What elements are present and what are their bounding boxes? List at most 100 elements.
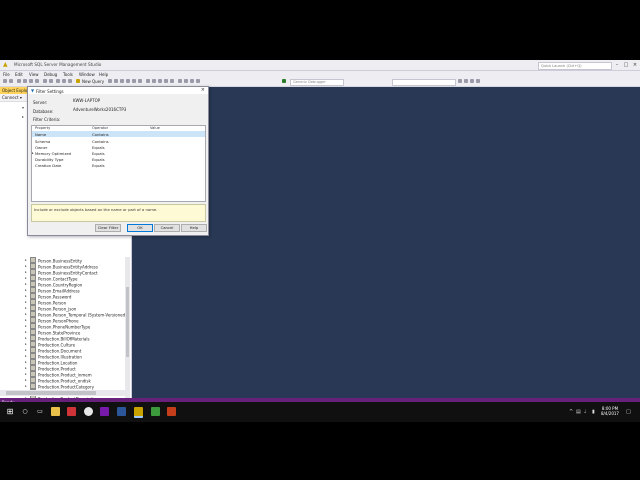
dialog-close-button[interactable]: × xyxy=(201,88,205,93)
properties-icon[interactable] xyxy=(464,79,468,83)
tree-horizontal-scrollbar[interactable] xyxy=(0,390,128,396)
dialog-title-bar: ▼ Filter Settings × xyxy=(28,87,208,94)
new-project-icon[interactable] xyxy=(17,79,21,83)
quick-launch-placeholder: Quick Launch (Ctrl+Q) xyxy=(541,63,582,68)
excel-icon[interactable] xyxy=(151,407,160,416)
toolbox-icon[interactable] xyxy=(470,79,474,83)
server-value: KWW-LAPTOP xyxy=(73,98,101,103)
maximize-button[interactable]: □ xyxy=(622,62,630,68)
debugger-dropdown[interactable]: Generic Debugger xyxy=(290,78,344,86)
windows-taskbar: ⊞ ○ ▭ ^ ▤ ♩ ▮ 8:00 PM 8/4/2017 □ xyxy=(0,402,640,422)
forward-icon[interactable] xyxy=(9,79,13,83)
volume-icon[interactable]: ♩ xyxy=(584,409,586,415)
stop-debug-icon[interactable] xyxy=(152,79,156,83)
file-explorer-icon[interactable] xyxy=(51,407,60,416)
filter-property: Schema xyxy=(35,138,51,144)
database-value: AdventureWorks2016CTP3 xyxy=(73,107,127,112)
search-icon[interactable]: ○ xyxy=(19,406,31,418)
filter-property: Durability Type xyxy=(35,156,64,162)
powerpoint-icon[interactable] xyxy=(167,407,176,416)
task-view-icon[interactable]: ▭ xyxy=(34,406,46,418)
open-file-icon[interactable] xyxy=(23,79,27,83)
step-into-icon[interactable] xyxy=(158,79,162,83)
breakpoint-icon[interactable] xyxy=(178,79,182,83)
solution-config-dropdown[interactable] xyxy=(392,78,456,86)
start-debug-icon[interactable] xyxy=(146,79,150,83)
server-label: Server: xyxy=(33,100,48,105)
windows-start-icon[interactable]: ⊞ xyxy=(4,406,16,418)
cut-icon[interactable] xyxy=(56,79,60,83)
comment-icon[interactable] xyxy=(190,79,194,83)
solution-explorer-icon[interactable] xyxy=(476,79,480,83)
media-app-icon[interactable] xyxy=(67,407,76,416)
analysis-query-icon[interactable] xyxy=(114,79,118,83)
find-icon[interactable] xyxy=(458,79,462,83)
tree-expander-icon[interactable]: ▾ xyxy=(22,105,24,110)
network-icon[interactable]: ▤ xyxy=(576,409,581,415)
dax-query-icon[interactable] xyxy=(138,79,142,83)
save-icon[interactable] xyxy=(29,79,33,83)
taskbar-clock[interactable]: 8:00 PM 8/4/2017 xyxy=(601,406,619,416)
chrome-icon[interactable] xyxy=(84,407,93,416)
filter-settings-dialog: ▼ Filter Settings × Server: KWW-LAPTOP D… xyxy=(27,86,209,236)
battery-icon[interactable]: ▮ xyxy=(592,409,595,415)
show-hidden-icons-icon[interactable]: ^ xyxy=(569,409,573,415)
ssms-window: ▲ Microsoft SQL Server Management Studio… xyxy=(0,60,640,420)
clock-date: 8/4/2017 xyxy=(601,411,619,416)
filter-row[interactable]: Name Contains xyxy=(32,131,205,137)
connect-label: Connect xyxy=(2,95,19,100)
title-bar: ▲ Microsoft SQL Server Management Studio… xyxy=(0,60,640,71)
undo-icon[interactable] xyxy=(43,79,47,83)
filter-property: Name xyxy=(35,131,47,137)
connect-button[interactable]: Connect ▾ xyxy=(2,95,22,100)
close-button[interactable]: × xyxy=(631,62,639,68)
word-icon[interactable] xyxy=(117,407,126,416)
new-query-button[interactable]: New Query xyxy=(82,79,104,84)
xmla-query-icon[interactable] xyxy=(132,79,136,83)
uncomment-icon[interactable] xyxy=(196,79,200,83)
ssms-taskbar-icon[interactable] xyxy=(134,407,143,418)
step-out-icon[interactable] xyxy=(170,79,174,83)
scrollbar-thumb[interactable] xyxy=(6,391,96,395)
mdx-query-icon[interactable] xyxy=(120,79,124,83)
quick-launch-input[interactable]: Quick Launch (Ctrl+Q) xyxy=(538,62,612,70)
help-button[interactable]: Help xyxy=(181,224,207,232)
back-icon[interactable] xyxy=(3,79,7,83)
database-label: Database: xyxy=(33,109,54,114)
filter-operator[interactable]: Contains xyxy=(92,139,109,144)
paste-icon[interactable] xyxy=(68,79,72,83)
action-center-icon[interactable]: □ xyxy=(626,409,631,415)
onenote-icon[interactable] xyxy=(100,407,109,416)
clear-filter-button[interactable]: Clear Filter xyxy=(95,224,121,232)
filter-operator[interactable]: Equals xyxy=(92,145,105,150)
dmx-query-icon[interactable] xyxy=(126,79,130,83)
tree-expander-icon[interactable]: ▸ xyxy=(22,114,24,119)
filter-operator[interactable]: Contains xyxy=(92,132,109,137)
scrollbar-thumb[interactable] xyxy=(126,287,129,357)
save-all-icon[interactable] xyxy=(35,79,39,83)
filter-criteria-label: Filter Criteria: xyxy=(33,117,61,122)
filter-operator[interactable]: Equals xyxy=(92,151,105,156)
filter-description: Include or exclude objects based on the … xyxy=(34,207,158,212)
filter-description-box: Include or exclude objects based on the … xyxy=(31,204,206,222)
filter-operator[interactable]: Equals xyxy=(92,163,105,168)
ok-button[interactable]: OK xyxy=(127,224,153,232)
filter-property: Owner xyxy=(35,144,48,150)
redo-icon[interactable] xyxy=(49,79,53,83)
filter-operator[interactable]: Equals xyxy=(92,157,105,162)
copy-icon[interactable] xyxy=(62,79,66,83)
row-indicator-icon: ▸ xyxy=(32,151,34,155)
dialog-title: Filter Settings xyxy=(36,88,64,94)
step-over-icon[interactable] xyxy=(164,79,168,83)
debugger-dropdown-value: Generic Debugger xyxy=(293,79,326,84)
ssms-logo-icon: ▲ xyxy=(3,61,8,68)
db-engine-query-icon[interactable] xyxy=(108,79,112,83)
filter-property: Creation Date xyxy=(35,162,62,168)
cancel-button[interactable]: Cancel xyxy=(154,224,180,232)
new-query-icon[interactable] xyxy=(76,79,80,83)
format-icon[interactable] xyxy=(184,79,188,83)
minimize-button[interactable]: – xyxy=(613,62,621,68)
filter-icon: ▼ xyxy=(31,87,35,93)
start-icon[interactable] xyxy=(282,79,286,83)
filter-row[interactable]: Creation Date Equals xyxy=(32,162,205,168)
